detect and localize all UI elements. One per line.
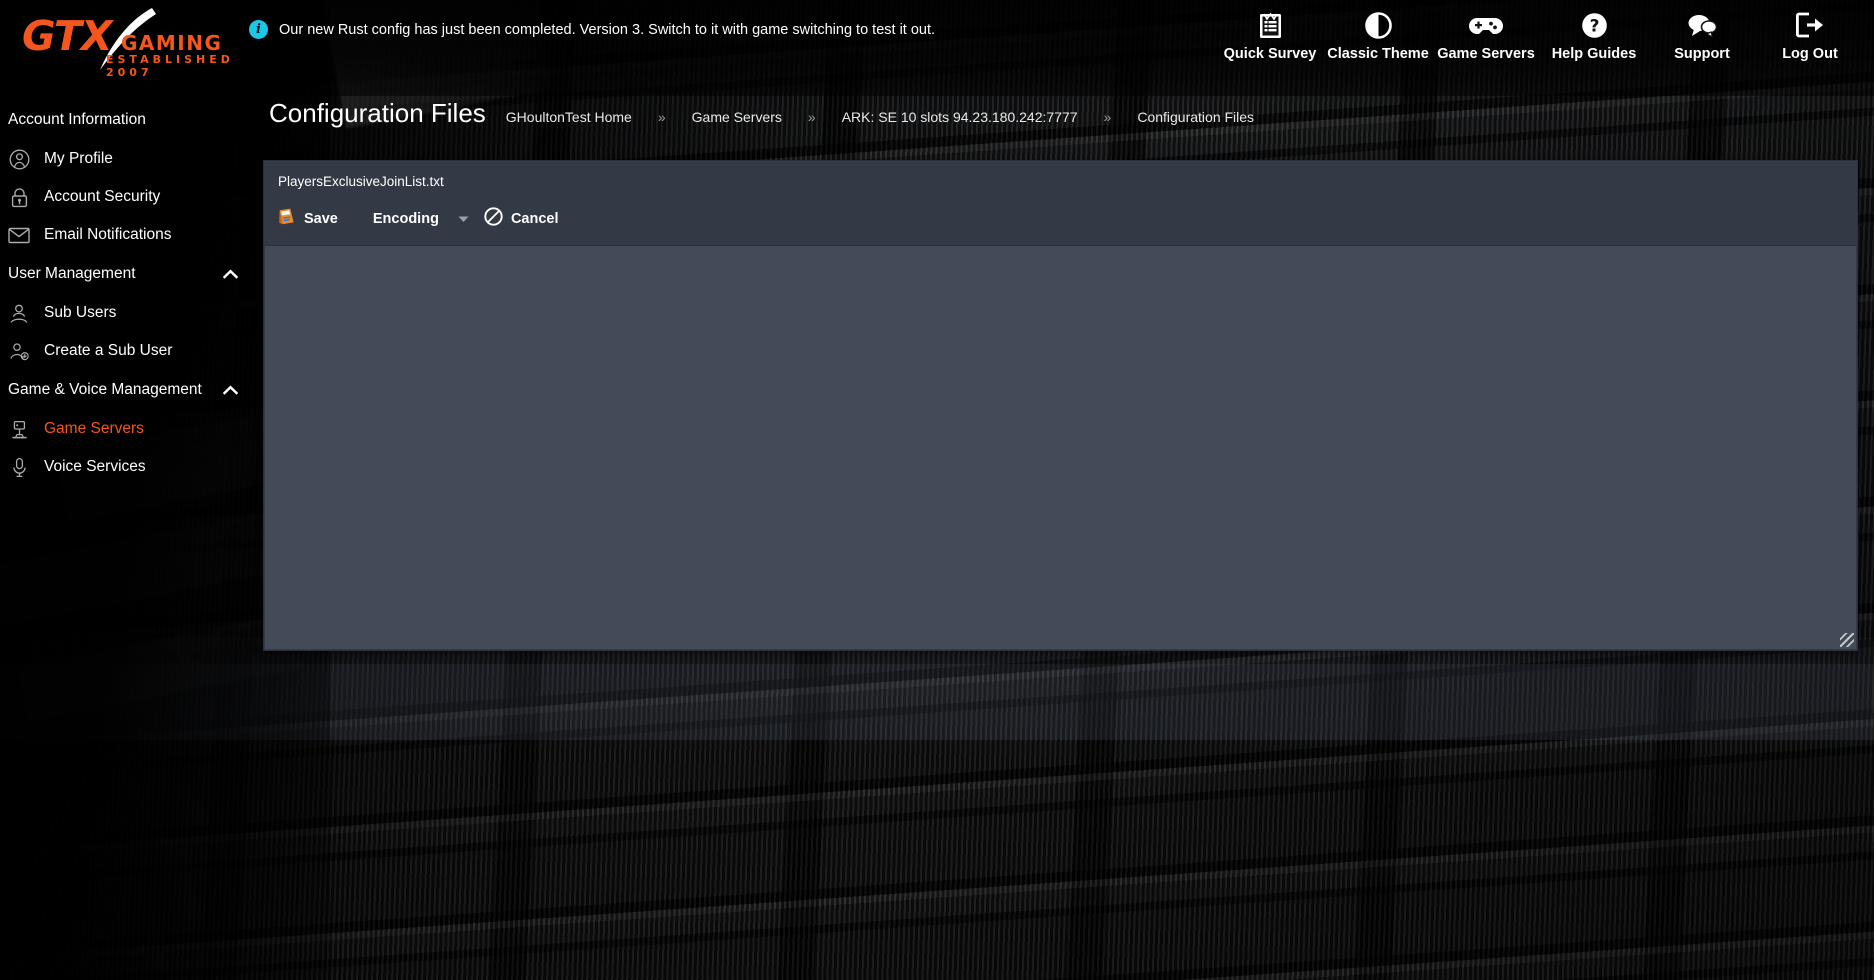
top-navigation: Quick Survey Classic Theme Game Servers … [1216, 8, 1864, 62]
breadcrumb-item-game-servers[interactable]: Game Servers [692, 109, 808, 125]
topnav-item-log-out[interactable]: Log Out [1756, 8, 1864, 62]
topnav-item-classic-theme[interactable]: Classic Theme [1324, 8, 1432, 62]
topnav-label: Help Guides [1551, 46, 1637, 62]
editor-toolbar: Save Encoding Cancel [264, 200, 1857, 245]
topnav-label: Log Out [1782, 46, 1838, 62]
sidebar-item-account-security[interactable]: Account Security [0, 178, 262, 216]
caret-down-icon[interactable] [458, 213, 470, 225]
save-disk-icon [277, 207, 296, 230]
topnav-item-support[interactable]: Support [1648, 8, 1756, 62]
envelope-icon [8, 224, 30, 246]
topnav-item-quick-survey[interactable]: Quick Survey [1216, 8, 1324, 62]
topnav-label: Quick Survey [1223, 46, 1317, 62]
sidebar-item-game-servers[interactable]: Game Servers [0, 410, 262, 448]
cancel-button-label: Cancel [510, 210, 559, 227]
save-button[interactable]: Save [277, 203, 348, 234]
breadcrumb-separator: » [1103, 109, 1112, 125]
notification-text: Our new Rust config has just been comple… [279, 21, 936, 38]
sidebar-section-game-voice-management[interactable]: Game & Voice Management [0, 370, 262, 410]
cancel-button[interactable]: Cancel [484, 203, 569, 234]
server-rack-icon [8, 418, 30, 440]
user-circle-icon [8, 148, 30, 170]
file-content-textarea[interactable] [265, 246, 1856, 649]
save-button-label: Save [304, 210, 338, 227]
editor-text-area-wrapper [265, 245, 1856, 649]
page-title: Configuration Files [269, 98, 486, 128]
editor-filename: PlayersExclusiveJoinList.txt [278, 174, 444, 189]
chevron-up-icon [223, 269, 238, 279]
logo-text-established: ESTABLISHED 2007 [106, 53, 234, 79]
sidebar-item-voice-services[interactable]: Voice Services [0, 448, 262, 486]
breadcrumb-item-server[interactable]: ARK: SE 10 slots 94.23.180.242:7777 [842, 109, 1104, 125]
page-header: Configuration Files GHoultonTest Home » … [262, 88, 1874, 129]
info-circle-icon: i [249, 20, 268, 39]
logout-arrow-icon [1796, 11, 1824, 39]
gamepad-icon [1469, 11, 1503, 39]
contrast-circle-icon [1364, 11, 1392, 39]
sidebar-item-sub-users[interactable]: Sub Users [0, 294, 262, 332]
breadcrumb: GHoultonTest Home » Game Servers » ARK: … [502, 109, 1280, 125]
topnav-item-help-guides[interactable]: ? Help Guides [1540, 8, 1648, 62]
encoding-dropdown[interactable]: Encoding [373, 207, 449, 231]
chevron-up-icon [223, 385, 238, 395]
logo-text-gtx: GTX [22, 12, 113, 60]
app-root: GTX GAMING ESTABLISHED 2007 i Our new Ru… [0, 0, 1874, 980]
topnav-label: Classic Theme [1327, 46, 1429, 62]
sidebar-section-account-information: Account Information [0, 100, 262, 140]
breadcrumb-separator: » [657, 109, 666, 125]
microphone-icon [8, 456, 30, 478]
sidebar-section-label: User Management [8, 265, 136, 282]
file-editor-panel: PlayersExclusiveJoinList.txt Save Encodi… [263, 160, 1858, 651]
topnav-label: Game Servers [1437, 46, 1535, 62]
sidebar-section-label: Game & Voice Management [8, 381, 202, 398]
svg-text:?: ? [1589, 16, 1599, 36]
sidebar-section-user-management[interactable]: User Management [0, 254, 262, 294]
no-entry-circle-icon [484, 207, 503, 230]
sidebar-section-label: Account Information [8, 111, 146, 128]
breadcrumb-item-home[interactable]: GHoultonTest Home [502, 109, 658, 125]
top-bar: GTX GAMING ESTABLISHED 2007 i Our new Ru… [0, 0, 1874, 88]
users-icon [8, 302, 30, 324]
sidebar-item-email-notifications[interactable]: Email Notifications [0, 216, 262, 254]
brand-logo[interactable]: GTX GAMING ESTABLISHED 2007 [18, 6, 230, 79]
sidebar-item-label: Sub Users [44, 304, 117, 321]
encoding-label: Encoding [372, 210, 439, 227]
sidebar-item-label: Voice Services [44, 458, 146, 475]
sidebar-item-create-a-sub-user[interactable]: Create a Sub User [0, 332, 262, 370]
topnav-item-game-servers[interactable]: Game Servers [1432, 8, 1540, 62]
sidebar-item-label: My Profile [44, 150, 113, 167]
lock-icon [8, 186, 30, 208]
sidebar-item-label: Create a Sub User [44, 342, 173, 359]
logo-text-gaming: GAMING [121, 31, 223, 55]
question-circle-icon: ? [1581, 11, 1608, 39]
clipboard-survey-icon [1258, 11, 1283, 39]
notification-banner: i Our new Rust config has just been comp… [249, 20, 935, 39]
breadcrumb-separator: » [807, 109, 816, 125]
breadcrumb-item-current: Configuration Files [1137, 109, 1255, 125]
main-content: Configuration Files GHoultonTest Home » … [262, 88, 1874, 651]
sidebar-item-label: Email Notifications [44, 226, 172, 243]
topnav-label: Support [1674, 46, 1730, 62]
sidebar: Account Information My Profile Account S… [0, 88, 262, 486]
chat-bubbles-icon [1687, 11, 1718, 39]
sidebar-item-my-profile[interactable]: My Profile [0, 140, 262, 178]
sidebar-item-label: Game Servers [44, 420, 144, 437]
user-add-icon [8, 340, 30, 362]
sidebar-item-label: Account Security [44, 188, 161, 205]
